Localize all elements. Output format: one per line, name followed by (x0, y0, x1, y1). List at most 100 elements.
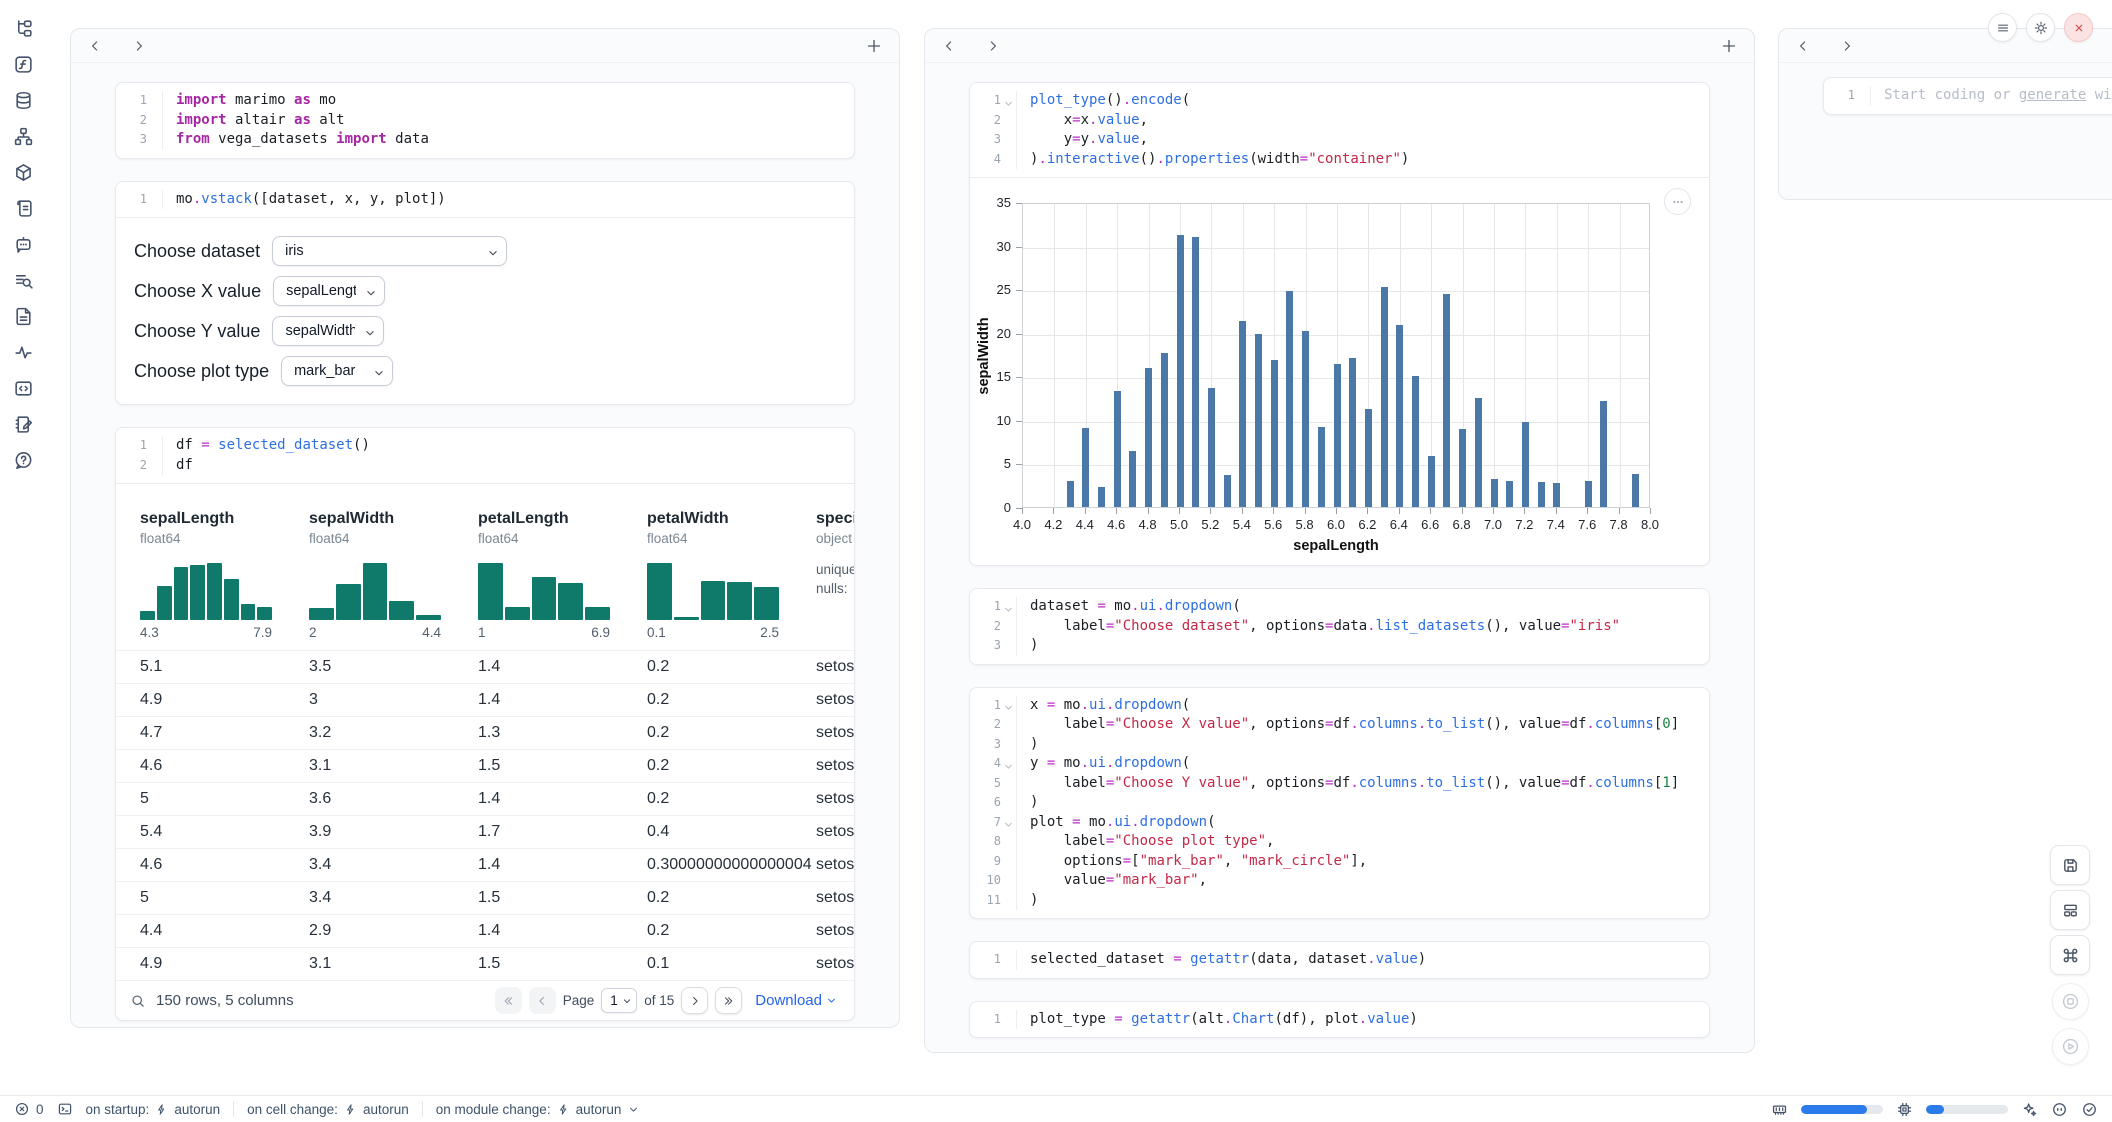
choose-x-value-select[interactable]: sepalLength (273, 276, 385, 306)
code-editor[interactable]: 1x = mo.ui.dropdown(2 label="Choose X va… (970, 688, 1709, 919)
code-line[interactable]: 6) (970, 793, 1709, 813)
last-page-button[interactable] (715, 987, 742, 1014)
add-cell-button[interactable] (1720, 37, 1738, 55)
code-editor[interactable]: 1selected_dataset = getattr(data, datase… (970, 942, 1709, 978)
code-line[interactable]: 2 label="Choose dataset", options=data.l… (970, 617, 1709, 637)
prev-page-button[interactable] (529, 987, 556, 1014)
column-header-sepalWidth[interactable]: sepalWidthfloat6424.4 (309, 510, 478, 650)
choose-plot-type-select[interactable]: mark_bar (281, 356, 393, 386)
table-cell: 0.2 (647, 724, 816, 742)
sidebar-list-search-button[interactable] (13, 270, 34, 291)
code-line[interactable]: 3from vega_datasets import data (116, 130, 854, 150)
error-indicator[interactable]: 0 (14, 1101, 44, 1117)
sidebar-function-square-button[interactable] (13, 54, 34, 75)
on-module-change-setting[interactable]: on module change: autorun (436, 1102, 641, 1117)
choose-y-value-select[interactable]: sepalWidth (272, 316, 384, 346)
panel-header (925, 29, 1754, 63)
code-line[interactable]: 4y = mo.ui.dropdown( (970, 754, 1709, 774)
add-cell-button[interactable] (865, 37, 883, 55)
run-button[interactable] (2052, 1028, 2089, 1065)
chart-bar (1553, 483, 1560, 507)
code-editor[interactable]: 1import marimo as mo2import altair as al… (116, 83, 854, 158)
code-editor[interactable]: 1 Start coding or generate with AI (1824, 78, 2112, 114)
sidebar-database-button[interactable] (13, 90, 34, 111)
stop-button[interactable] (2052, 983, 2089, 1020)
column-header-sepalLength[interactable]: sepalLengthfloat644.37.9 (140, 510, 309, 650)
column-next-button[interactable] (1839, 38, 1855, 54)
command-palette-button[interactable] (2050, 935, 2090, 975)
menu-button[interactable] (1988, 13, 2017, 42)
settings-button[interactable] (2026, 13, 2055, 42)
code-line[interactable]: 2 label="Choose X value", options=df.col… (970, 715, 1709, 735)
code-line[interactable]: 3) (970, 735, 1709, 755)
next-page-button[interactable] (681, 987, 708, 1014)
code-line[interactable]: 1selected_dataset = getattr(data, datase… (970, 950, 1709, 970)
code-line[interactable]: 5 label="Choose Y value", options=df.col… (970, 774, 1709, 794)
code-line[interactable]: 2 x=x.value, (970, 111, 1709, 131)
code-line[interactable]: 3) (970, 636, 1709, 656)
column-header-petalLength[interactable]: petalLengthfloat6416.9 (478, 510, 647, 650)
sidebar-chat-bot-button[interactable] (13, 234, 34, 255)
sidebar-notebook-pencil-button[interactable] (13, 414, 34, 435)
code-editor[interactable]: 1df = selected_dataset()2df (116, 428, 854, 483)
code-line[interactable]: 1import marimo as mo (116, 91, 854, 111)
on-startup-setting[interactable]: on startup: autorun (86, 1102, 221, 1117)
sidebar-document-button[interactable] (13, 306, 34, 327)
first-page-button[interactable] (495, 987, 522, 1014)
chart-bar (1224, 475, 1231, 507)
code-line[interactable]: 7plot = mo.ui.dropdown( (970, 813, 1709, 833)
code-line[interactable]: 1plot_type = getattr(alt.Chart(df), plot… (970, 1010, 1709, 1030)
sidebar-help-circle-button[interactable] (13, 450, 34, 471)
on-cell-change-setting[interactable]: on cell change: autorun (247, 1102, 409, 1117)
code-line[interactable]: 4).interactive().properties(width="conta… (970, 150, 1709, 170)
chart-actions-button[interactable] (1664, 188, 1691, 215)
table-cell: setosa (816, 658, 854, 676)
code-editor[interactable]: 1plot_type().encode(2 x=x.value,3 y=y.va… (970, 83, 1709, 177)
column-next-button[interactable] (985, 38, 1001, 54)
code-line[interactable]: 1x = mo.ui.dropdown( (970, 696, 1709, 716)
table-cell: setosa (816, 823, 854, 841)
download-button[interactable]: Download (755, 992, 838, 1009)
code-line[interactable]: 9 options=["mark_bar", "mark_circle"], (970, 852, 1709, 872)
code-line[interactable]: 1mo.vstack([dataset, x, y, plot]) (116, 190, 854, 210)
code-line[interactable]: 2import altair as alt (116, 111, 854, 131)
chart-plot-area[interactable] (1022, 203, 1650, 508)
terminal-button[interactable] (57, 1101, 73, 1117)
sidebar-activity-pulse-button[interactable] (13, 342, 34, 363)
code-line[interactable]: 1plot_type().encode( (970, 91, 1709, 111)
save-button[interactable] (2050, 845, 2090, 885)
terminal-icon (57, 1101, 73, 1117)
column-header-species[interactable]: speciesobjectuniquenulls: (816, 510, 854, 650)
sidebar-package-box-button[interactable] (13, 162, 34, 183)
search-icon[interactable] (130, 993, 146, 1009)
code-editor[interactable]: 1mo.vstack([dataset, x, y, plot]) (116, 182, 854, 218)
choose-dataset-select[interactable]: iris (272, 236, 507, 266)
sidebar-dependency-graph-button[interactable] (13, 126, 34, 147)
sidebar-file-tree-button[interactable] (13, 18, 34, 39)
page-select[interactable]: 1 (601, 988, 637, 1013)
code-line[interactable]: 1 Start coding or generate with AI (1824, 86, 2112, 106)
ai-assistant-button[interactable] (2021, 1101, 2038, 1118)
code-line[interactable]: 1df = selected_dataset() (116, 436, 854, 456)
control-row: Choose plot typemark_bar (134, 356, 836, 386)
code-line[interactable]: 1dataset = mo.ui.dropdown( (970, 597, 1709, 617)
connection-status-button[interactable] (2081, 1101, 2098, 1118)
code-line[interactable]: 2df (116, 456, 854, 476)
cell-output-chart: 051015202530354.04.24.44.64.85.05.25.45.… (970, 177, 1709, 565)
column-prev-button[interactable] (87, 38, 103, 54)
column-header-petalWidth[interactable]: petalWidthfloat640.12.5 (647, 510, 816, 650)
sidebar-scroll-button[interactable] (13, 198, 34, 219)
layout-button[interactable] (2050, 890, 2090, 930)
code-editor[interactable]: 1dataset = mo.ui.dropdown(2 label="Choos… (970, 589, 1709, 664)
copilot-button[interactable] (2051, 1101, 2068, 1118)
code-line[interactable]: 10 value="mark_bar", (970, 871, 1709, 891)
sidebar-code-snippet-button[interactable] (13, 378, 34, 399)
column-prev-button[interactable] (941, 38, 957, 54)
column-next-button[interactable] (131, 38, 147, 54)
code-line[interactable]: 11) (970, 891, 1709, 911)
code-line[interactable]: 3 y=y.value, (970, 130, 1709, 150)
code-editor[interactable]: 1plot_type = getattr(alt.Chart(df), plot… (970, 1002, 1709, 1038)
code-line[interactable]: 8 label="Choose plot type", (970, 832, 1709, 852)
column-prev-button[interactable] (1795, 38, 1811, 54)
close-app-button[interactable] (2064, 13, 2093, 42)
